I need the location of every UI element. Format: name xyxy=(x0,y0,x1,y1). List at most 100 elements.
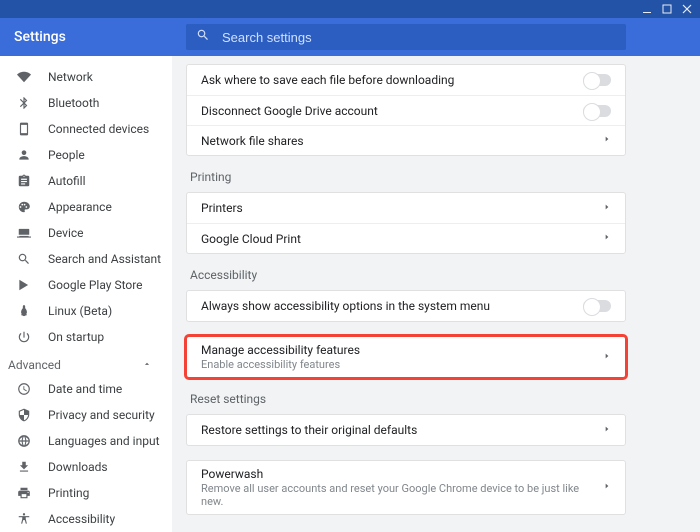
close-icon[interactable] xyxy=(682,4,692,14)
settings-row[interactable]: Always show accessibility options in the… xyxy=(187,291,625,321)
chevron-right-icon xyxy=(603,201,611,216)
search-input[interactable] xyxy=(222,30,616,45)
search-icon xyxy=(16,252,32,266)
sidebar-item-label: Autofill xyxy=(48,174,86,188)
sidebar-item-label: Search and Assistant xyxy=(48,252,161,266)
settings-row[interactable]: Google Cloud Print xyxy=(187,223,625,253)
settings-row[interactable]: Network file shares xyxy=(187,125,625,155)
chevron-right-icon xyxy=(603,231,611,246)
main-content: Ask where to save each file before downl… xyxy=(172,56,700,532)
maximize-icon[interactable] xyxy=(662,4,672,14)
linux-icon xyxy=(16,304,32,318)
search-box[interactable] xyxy=(186,24,626,50)
chevron-up-icon xyxy=(142,358,152,372)
sidebar-item-label: Connected devices xyxy=(48,122,149,136)
chevron-right-icon xyxy=(603,133,611,148)
sidebar-item-accessibility[interactable]: Accessibility xyxy=(0,506,172,532)
chevron-right-icon xyxy=(603,423,611,438)
sidebar-item-shield[interactable]: Privacy and security xyxy=(0,402,172,428)
accessibility-card-2: Manage accessibility featuresEnable acce… xyxy=(186,336,626,378)
row-title: Restore settings to their original defau… xyxy=(201,423,595,437)
printing-card: Printers Google Cloud Print xyxy=(186,192,626,254)
sidebar-item-label: Printing xyxy=(48,486,89,500)
row-title: Always show accessibility options in the… xyxy=(201,299,583,313)
sidebar-item-label: People xyxy=(48,148,85,162)
toggle-switch[interactable] xyxy=(583,105,611,117)
reset-card-1: Restore settings to their original defau… xyxy=(186,414,626,446)
row-title: Manage accessibility features xyxy=(201,343,595,357)
app-header: Settings xyxy=(0,18,700,56)
sidebar-advanced-label: Advanced xyxy=(8,358,61,372)
person-icon xyxy=(16,148,32,162)
chevron-right-icon xyxy=(603,480,611,495)
row-subtitle: Enable accessibility features xyxy=(201,358,595,371)
printer-icon xyxy=(16,486,32,500)
sidebar-item-label: Network xyxy=(48,70,93,84)
bluetooth-icon xyxy=(16,96,32,110)
sidebar-item-label: Linux (Beta) xyxy=(48,304,112,318)
window-titlebar xyxy=(0,0,700,18)
sidebar-item-label: Accessibility xyxy=(48,512,115,526)
sidebar-item-phone[interactable]: Connected devices xyxy=(0,116,172,142)
chevron-right-icon xyxy=(603,350,611,365)
globe-icon xyxy=(16,434,32,448)
sidebar-item-globe[interactable]: Languages and input xyxy=(0,428,172,454)
settings-row[interactable]: PowerwashRemove all user accounts and re… xyxy=(187,461,625,514)
sidebar-item-wifi[interactable]: Network xyxy=(0,64,172,90)
section-accessibility: Accessibility xyxy=(190,268,626,282)
sidebar-item-label: Privacy and security xyxy=(48,408,155,422)
sidebar-item-person[interactable]: People xyxy=(0,142,172,168)
page-title: Settings xyxy=(14,29,66,45)
settings-row[interactable]: Ask where to save each file before downl… xyxy=(187,65,625,95)
sidebar-item-label: Date and time xyxy=(48,382,122,396)
download-icon xyxy=(16,460,32,474)
sidebar-item-clock[interactable]: Date and time xyxy=(0,376,172,402)
section-reset: Reset settings xyxy=(190,392,626,406)
sidebar-item-search[interactable]: Search and Assistant xyxy=(0,246,172,272)
row-title: Printers xyxy=(201,201,595,215)
sidebar-item-palette[interactable]: Appearance xyxy=(0,194,172,220)
palette-icon xyxy=(16,200,32,214)
settings-row[interactable]: Restore settings to their original defau… xyxy=(187,415,625,445)
play-icon xyxy=(16,278,32,292)
sidebar-item-label: Bluetooth xyxy=(48,96,99,110)
sidebar-item-label: Downloads xyxy=(48,460,108,474)
row-title: Network file shares xyxy=(201,134,595,148)
sidebar-item-label: Appearance xyxy=(48,200,112,214)
accessibility-card-1: Always show accessibility options in the… xyxy=(186,290,626,322)
laptop-icon xyxy=(16,226,32,240)
minimize-icon[interactable] xyxy=(642,4,652,14)
assignment-icon xyxy=(16,174,32,188)
sidebar-item-assignment[interactable]: Autofill xyxy=(0,168,172,194)
sidebar-item-play[interactable]: Google Play Store xyxy=(0,272,172,298)
toggle-switch[interactable] xyxy=(583,74,611,86)
phone-icon xyxy=(16,122,32,136)
sidebar-item-label: Google Play Store xyxy=(48,278,143,292)
section-printing: Printing xyxy=(190,170,626,184)
downloads-card: Ask where to save each file before downl… xyxy=(186,64,626,156)
sidebar-advanced-toggle[interactable]: Advanced xyxy=(0,354,172,376)
toggle-switch[interactable] xyxy=(583,300,611,312)
shield-icon xyxy=(16,408,32,422)
search-icon xyxy=(196,28,210,46)
row-title: Powerwash xyxy=(201,467,595,481)
settings-row[interactable]: Manage accessibility featuresEnable acce… xyxy=(187,337,625,377)
sidebar-item-linux[interactable]: Linux (Beta) xyxy=(0,298,172,324)
sidebar-item-bluetooth[interactable]: Bluetooth xyxy=(0,90,172,116)
sidebar-item-download[interactable]: Downloads xyxy=(0,454,172,480)
sidebar-item-label: Device xyxy=(48,226,84,240)
row-title: Disconnect Google Drive account xyxy=(201,104,583,118)
settings-row[interactable]: Disconnect Google Drive account xyxy=(187,95,625,125)
wifi-icon xyxy=(16,70,32,84)
reset-card-2: PowerwashRemove all user accounts and re… xyxy=(186,460,626,515)
sidebar-item-printer[interactable]: Printing xyxy=(0,480,172,506)
sidebar-item-laptop[interactable]: Device xyxy=(0,220,172,246)
row-title: Google Cloud Print xyxy=(201,232,595,246)
settings-row[interactable]: Printers xyxy=(187,193,625,223)
clock-icon xyxy=(16,382,32,396)
sidebar-item-label: On startup xyxy=(48,330,104,344)
sidebar: Network Bluetooth Connected devices People A… xyxy=(0,56,172,532)
sidebar-item-power[interactable]: On startup xyxy=(0,324,172,350)
accessibility-icon xyxy=(16,512,32,526)
sidebar-item-label: Languages and input xyxy=(48,434,160,448)
